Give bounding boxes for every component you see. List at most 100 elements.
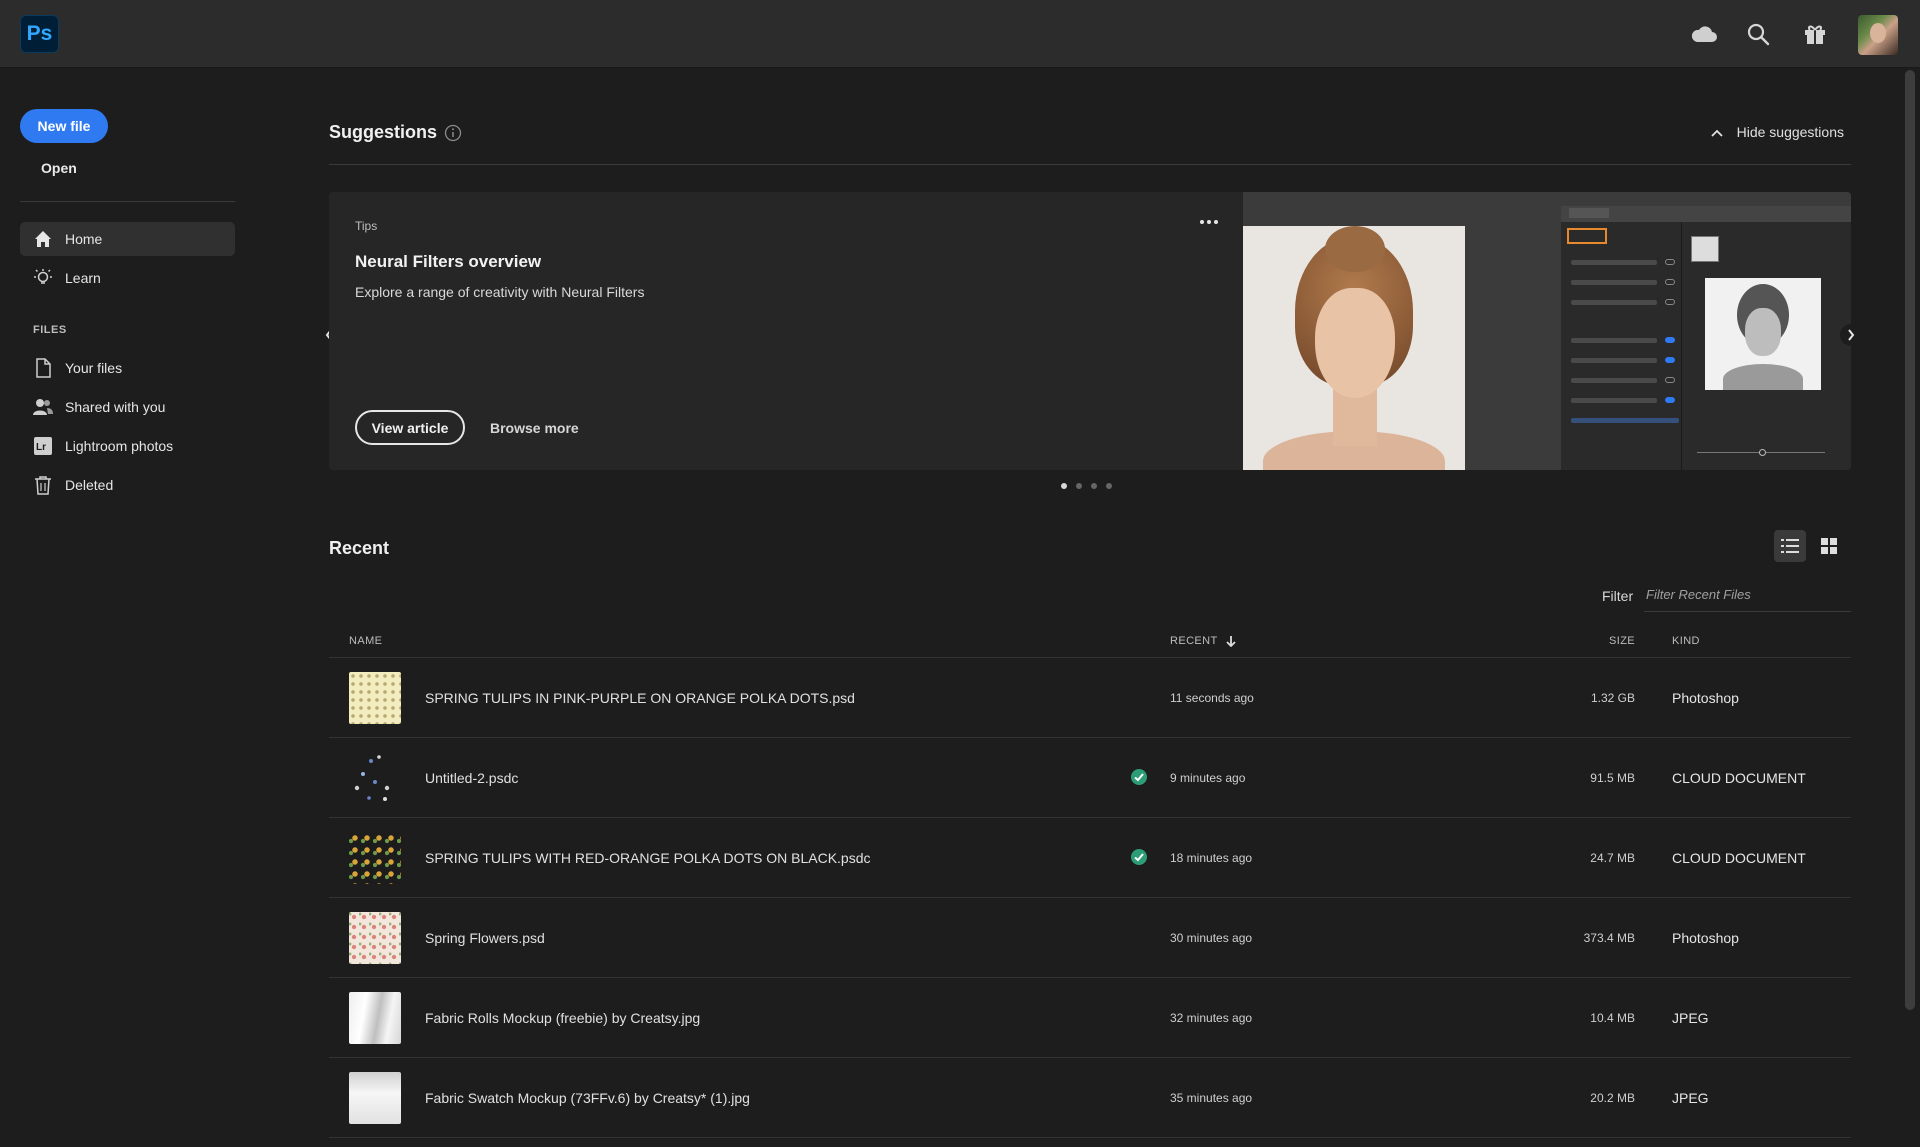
card-tag: Tips: [355, 219, 378, 233]
sidebar-item-label: Your files: [65, 360, 123, 376]
file-size: 373.4 MB: [1583, 931, 1635, 945]
filter-label: Filter: [1602, 588, 1634, 604]
neural-filters-panel-image: [1561, 206, 1851, 470]
svg-text:Lr: Lr: [36, 442, 46, 453]
synced-check-icon: [1130, 768, 1148, 786]
list-view-button[interactable]: [1774, 530, 1806, 562]
scrollbar[interactable]: [1905, 70, 1915, 1010]
file-kind: JPEG: [1672, 1010, 1709, 1026]
file-name: Spring Flowers.psd: [425, 930, 545, 946]
file-thumbnail: [349, 1072, 401, 1124]
sidebar-item-learn[interactable]: Learn: [20, 261, 235, 295]
suggestions-title: Suggestions: [329, 122, 438, 142]
file-modified-time: 18 minutes ago: [1170, 851, 1253, 865]
carousel-pagination: [1061, 483, 1112, 489]
avatar[interactable]: [1858, 15, 1898, 55]
sidebar-item-home[interactable]: Home: [20, 222, 235, 256]
file-size: 1.32 GB: [1590, 691, 1635, 705]
carousel-dot[interactable]: [1061, 483, 1067, 489]
carousel-dot[interactable]: [1106, 483, 1112, 489]
suggestion-card: Tips Neural Filters overview Explore a r…: [329, 192, 1851, 470]
file-modified-time: 11 seconds ago: [1170, 691, 1254, 705]
view-article-button[interactable]: View article: [355, 410, 465, 445]
portrait-image: [1243, 226, 1465, 470]
carousel-dot[interactable]: [1091, 483, 1097, 489]
file-kind: CLOUD DOCUMENT: [1672, 850, 1806, 866]
chevron-right-icon: [1848, 329, 1855, 341]
top-bar: Ps: [0, 0, 1920, 68]
trash-icon: [32, 474, 54, 496]
more-options-icon[interactable]: [1194, 214, 1224, 230]
sidebar-item-your-files[interactable]: Your files: [20, 351, 235, 385]
files-section-heading: FILES: [33, 324, 67, 336]
file-modified-time: 9 minutes ago: [1170, 771, 1246, 785]
carousel-dot[interactable]: [1076, 483, 1082, 489]
file-kind: Photoshop: [1672, 690, 1739, 706]
cloud-icon[interactable]: [1690, 20, 1718, 48]
browse-more-link[interactable]: Browse more: [490, 420, 579, 436]
synced-check-icon: [1130, 848, 1148, 866]
sort-down-arrow-icon: [1225, 636, 1236, 647]
gift-icon[interactable]: [1801, 20, 1829, 48]
sidebar-item-label: Lightroom photos: [65, 438, 174, 454]
sidebar-item-label: Deleted: [65, 477, 114, 493]
file-size: 10.4 MB: [1590, 1011, 1635, 1025]
sidebar-divider: [20, 201, 235, 202]
file-modified-time: 30 minutes ago: [1170, 931, 1253, 945]
column-header-kind[interactable]: KIND: [1672, 635, 1700, 647]
lightbulb-icon: [32, 267, 54, 289]
column-header-size[interactable]: SIZE: [1609, 635, 1635, 647]
file-size: 20.2 MB: [1590, 1091, 1635, 1105]
file-kind: CLOUD DOCUMENT: [1672, 770, 1806, 786]
neural-filters-preview-image: [1243, 192, 1851, 470]
file-modified-time: 35 minutes ago: [1170, 1091, 1253, 1105]
chevron-up-icon: [1710, 124, 1723, 140]
sidebar-item-lightroom-photos[interactable]: Lr Lightroom photos: [20, 429, 235, 463]
column-header-name[interactable]: NAME: [349, 635, 382, 647]
file-thumbnail: [349, 832, 401, 884]
photoshop-logo[interactable]: Ps: [20, 15, 59, 53]
sidebar-item-label: Shared with you: [65, 399, 166, 415]
table-row[interactable]: Untitled-2.psdc 9 minutes ago 91.5 MB CLOUD…: [329, 738, 1851, 818]
file-thumbnail: [349, 672, 401, 724]
file-size: 91.5 MB: [1590, 771, 1635, 785]
carousel-next-button[interactable]: [1840, 324, 1862, 346]
table-row[interactable]: SPRING TULIPS IN PINK-PURPLE ON ORANGE P…: [329, 658, 1851, 738]
grid-view-icon: [1821, 538, 1837, 554]
file-thumbnail: [349, 912, 401, 964]
info-icon[interactable]: [444, 124, 462, 142]
list-view-icon: [1781, 539, 1799, 553]
sidebar-item-label: Home: [65, 231, 103, 247]
file-name: Fabric Swatch Mockup (73FFv.6) by Creats…: [425, 1090, 750, 1106]
table-row[interactable]: Spring Flowers.psd 30 minutes ago 373.4 MB…: [329, 898, 1851, 978]
hide-suggestions-button[interactable]: Hide suggestions: [1710, 124, 1844, 140]
filter-recent-files-input[interactable]: [1644, 578, 1851, 612]
file-name: SPRING TULIPS IN PINK-PURPLE ON ORANGE P…: [425, 690, 855, 706]
home-icon: [32, 228, 54, 250]
new-file-button[interactable]: New file: [20, 109, 108, 143]
grid-view-button[interactable]: [1813, 530, 1845, 562]
file-kind: Photoshop: [1672, 930, 1739, 946]
sidebar: New file Open Home Learn FILES Your file…: [0, 68, 250, 1147]
file-kind: JPEG: [1672, 1090, 1709, 1106]
table-row[interactable]: Fabric Rolls Mockup (freebie) by Creatsy…: [329, 978, 1851, 1058]
file-name: Fabric Rolls Mockup (freebie) by Creatsy…: [425, 1010, 701, 1026]
sidebar-item-shared-with-you[interactable]: Shared with you: [20, 390, 235, 424]
file-name: SPRING TULIPS WITH RED-ORANGE POLKA DOTS…: [425, 850, 871, 866]
sidebar-item-label: Learn: [65, 270, 101, 286]
table-row[interactable]: SPRING TULIPS WITH RED-ORANGE POLKA DOTS…: [329, 818, 1851, 898]
sidebar-item-deleted[interactable]: Deleted: [20, 468, 235, 502]
table-row[interactable]: Fabric Swatch Mockup (73FFv.6) by Creats…: [329, 1058, 1851, 1138]
file-thumbnail: [349, 992, 401, 1044]
lightroom-icon: Lr: [32, 435, 54, 457]
file-icon: [32, 357, 54, 379]
column-header-recent-label: RECENT: [1170, 635, 1218, 647]
file-thumbnail: [349, 752, 401, 804]
file-size: 24.7 MB: [1590, 851, 1635, 865]
search-icon[interactable]: [1744, 20, 1772, 48]
file-name: Untitled-2.psdc: [425, 770, 519, 786]
shared-users-icon: [32, 396, 54, 418]
column-header-recent[interactable]: RECENT: [1170, 635, 1236, 647]
card-description: Explore a range of creativity with Neura…: [355, 284, 645, 300]
open-link[interactable]: Open: [41, 160, 77, 176]
